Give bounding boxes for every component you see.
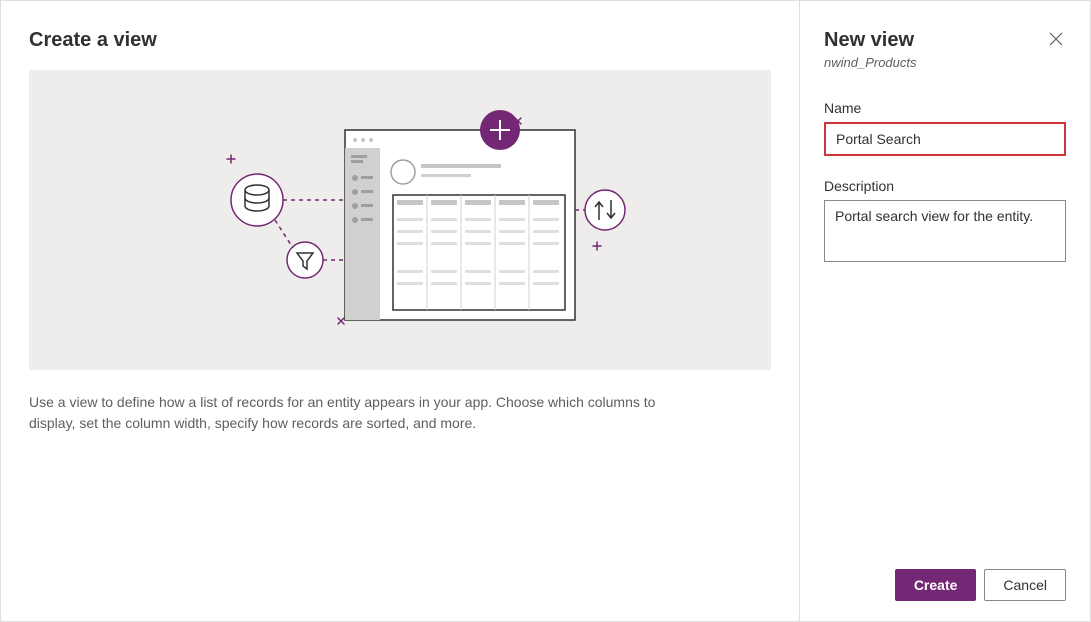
description-label: Description — [824, 178, 1066, 194]
cancel-button[interactable]: Cancel — [984, 569, 1066, 601]
dialog-footer: Create Cancel — [895, 569, 1066, 601]
create-view-dialog: Create a view — [0, 0, 1091, 622]
left-panel: Create a view — [1, 1, 800, 621]
page-title: Create a view — [29, 29, 771, 52]
view-illustration — [165, 100, 635, 340]
name-label: Name — [824, 100, 1066, 116]
illustration-area — [29, 70, 771, 370]
close-icon[interactable] — [1046, 29, 1066, 53]
name-input[interactable] — [824, 122, 1066, 156]
right-header: New view — [824, 29, 1066, 53]
description-input[interactable] — [824, 200, 1066, 262]
panel-title: New view — [824, 29, 914, 52]
entity-name: nwind_Products — [824, 55, 1066, 70]
help-text: Use a view to define how a list of recor… — [29, 392, 669, 434]
create-button[interactable]: Create — [895, 569, 977, 601]
right-panel: New view nwind_Products Name Description… — [800, 1, 1090, 621]
